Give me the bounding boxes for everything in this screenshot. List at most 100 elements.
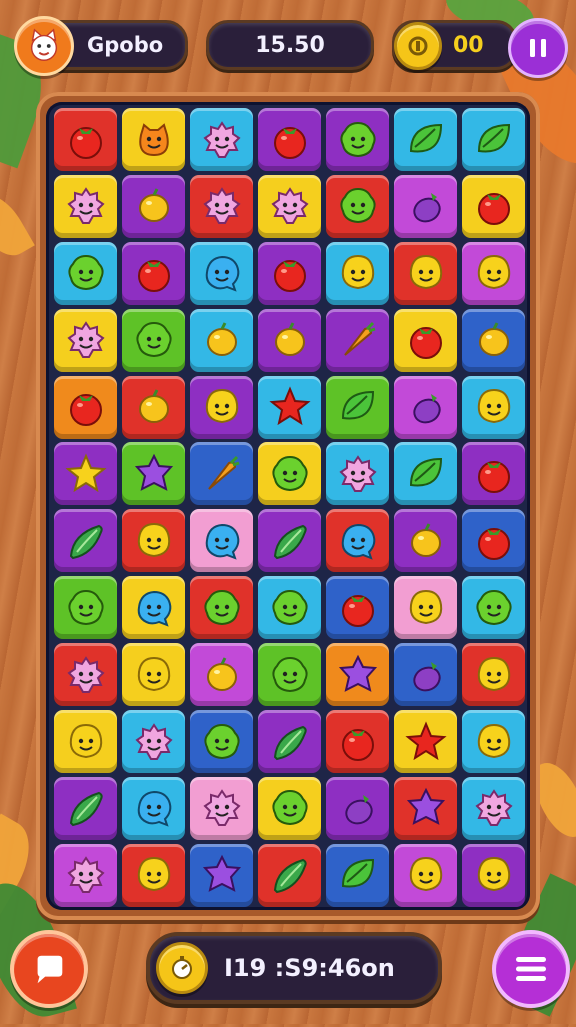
- board-tile[interactable]: [122, 710, 185, 774]
- board-tile[interactable]: [326, 643, 389, 707]
- board-tile[interactable]: [122, 308, 185, 372]
- board-tile[interactable]: [394, 174, 457, 238]
- board-tile[interactable]: [394, 509, 457, 573]
- board-tile[interactable]: [190, 108, 253, 171]
- board-tile[interactable]: [54, 375, 117, 439]
- board-tile[interactable]: [190, 843, 253, 907]
- tomato-icon: [69, 394, 102, 427]
- board-tile[interactable]: [326, 174, 389, 238]
- board-tile[interactable]: [326, 375, 389, 439]
- board-tile[interactable]: [190, 241, 253, 305]
- purple-blob-icon: [202, 855, 241, 893]
- board-tile[interactable]: [122, 174, 185, 238]
- board-tile[interactable]: [326, 241, 389, 305]
- blue-blob-icon: [137, 590, 171, 627]
- board-tile[interactable]: [54, 241, 117, 305]
- menu-button[interactable]: [492, 930, 570, 1008]
- board-tile[interactable]: [462, 643, 525, 707]
- board-tile[interactable]: [394, 308, 457, 372]
- board-tile[interactable]: [394, 108, 457, 171]
- board-tile[interactable]: [462, 308, 525, 372]
- avatar[interactable]: [14, 16, 74, 76]
- board-tile[interactable]: [122, 843, 185, 907]
- board-tile[interactable]: [258, 776, 321, 840]
- board-tile[interactable]: [326, 843, 389, 907]
- board-tile[interactable]: [394, 843, 457, 907]
- board-tile[interactable]: [258, 509, 321, 573]
- board-tile[interactable]: [258, 643, 321, 707]
- board-tile[interactable]: [190, 509, 253, 573]
- board-tile[interactable]: [190, 442, 253, 506]
- board-tile[interactable]: [326, 710, 389, 774]
- board-tile[interactable]: [122, 509, 185, 573]
- board-tile[interactable]: [190, 710, 253, 774]
- chat-button[interactable]: [10, 930, 88, 1008]
- pink-blob-icon: [202, 789, 241, 827]
- board-tile[interactable]: [122, 108, 185, 171]
- board-tile[interactable]: [462, 241, 525, 305]
- board-tile[interactable]: [394, 710, 457, 774]
- board-tile[interactable]: [462, 776, 525, 840]
- board-tile[interactable]: [462, 108, 525, 171]
- board-tile[interactable]: [122, 776, 185, 840]
- status-bar: I19 :S9:46on: [146, 932, 442, 1004]
- board-tile[interactable]: [54, 643, 117, 707]
- board-tile[interactable]: [190, 308, 253, 372]
- board-tile[interactable]: [190, 776, 253, 840]
- board-tile[interactable]: [326, 509, 389, 573]
- board-tile[interactable]: [326, 108, 389, 171]
- board-tile[interactable]: [394, 375, 457, 439]
- board-tile[interactable]: [258, 241, 321, 305]
- pause-button[interactable]: [508, 18, 568, 78]
- board-tile[interactable]: [122, 643, 185, 707]
- board-tile[interactable]: [122, 442, 185, 506]
- board-tile[interactable]: [462, 576, 525, 640]
- board-tile[interactable]: [190, 576, 253, 640]
- yellow-blob-icon: [205, 389, 238, 424]
- board-tile[interactable]: [258, 108, 321, 171]
- board-tile[interactable]: [54, 710, 117, 774]
- board-tile[interactable]: [394, 241, 457, 305]
- board-tile[interactable]: [462, 442, 525, 506]
- board-tile[interactable]: [462, 843, 525, 907]
- board-tile[interactable]: [462, 174, 525, 238]
- board-tile[interactable]: [54, 442, 117, 506]
- chat-bubble-icon: [37, 955, 63, 984]
- board-tile[interactable]: [462, 710, 525, 774]
- board-tile[interactable]: [122, 576, 185, 640]
- eggplant-icon: [412, 193, 441, 223]
- board-tile[interactable]: [54, 843, 117, 907]
- board-tile[interactable]: [190, 174, 253, 238]
- board-tile[interactable]: [54, 308, 117, 372]
- board-tile[interactable]: [326, 576, 389, 640]
- board-tile[interactable]: [258, 442, 321, 506]
- board-tile[interactable]: [462, 509, 525, 573]
- board-tile[interactable]: [394, 643, 457, 707]
- board-tile[interactable]: [258, 710, 321, 774]
- board-tile[interactable]: [258, 576, 321, 640]
- board-tile[interactable]: [54, 509, 117, 573]
- board-tile[interactable]: [54, 576, 117, 640]
- cucumber-icon: [273, 859, 307, 894]
- board-tile[interactable]: [394, 576, 457, 640]
- board-tile[interactable]: [258, 843, 321, 907]
- tomato-icon: [341, 594, 374, 627]
- board-tile[interactable]: [54, 174, 117, 238]
- board-tile[interactable]: [326, 776, 389, 840]
- board-tile[interactable]: [258, 174, 321, 238]
- board-tile[interactable]: [54, 776, 117, 840]
- board-tile[interactable]: [326, 308, 389, 372]
- board-tile[interactable]: [54, 108, 117, 171]
- board-tile[interactable]: [190, 643, 253, 707]
- board-tile[interactable]: [122, 241, 185, 305]
- board-tile[interactable]: [394, 776, 457, 840]
- green-blob-icon: [67, 255, 104, 291]
- board-tile[interactable]: [190, 375, 253, 439]
- board-tile[interactable]: [326, 442, 389, 506]
- green-blob-icon: [271, 455, 308, 491]
- board-tile[interactable]: [258, 375, 321, 439]
- board-tile[interactable]: [394, 442, 457, 506]
- board-tile[interactable]: [258, 308, 321, 372]
- board-tile[interactable]: [462, 375, 525, 439]
- board-tile[interactable]: [122, 375, 185, 439]
